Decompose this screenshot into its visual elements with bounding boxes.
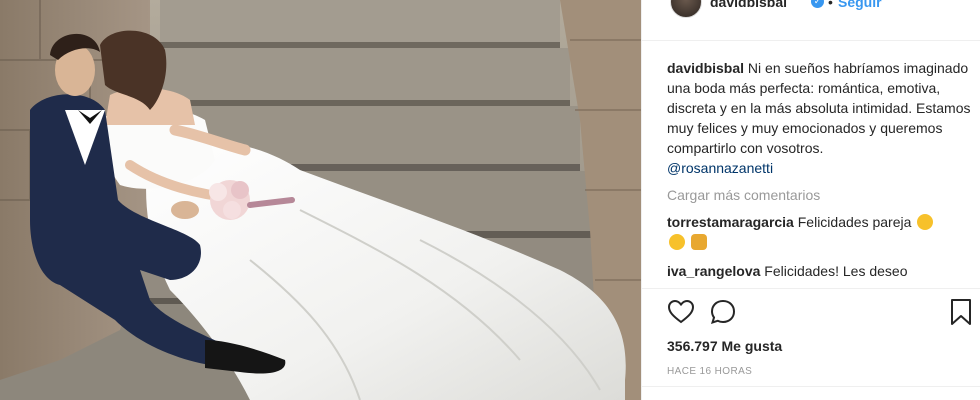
comment-username[interactable]: iva_rangelova [667,263,760,279]
caption-mention[interactable]: @rosannazanetti [667,158,972,178]
comments-list[interactable]: davidbisbal Ni en sueños habríamos imagi… [667,58,972,290]
header-divider [642,40,980,41]
clap-emoji-icon [690,234,707,250]
post-photo[interactable] [0,0,641,400]
comment-bubble-icon[interactable] [709,298,737,326]
caption-username[interactable]: davidbisbal [667,60,744,76]
owner-username[interactable]: davidbisbal [710,0,787,10]
comment-text: Felicidades pareja [797,214,912,230]
follow-button[interactable]: Seguir [838,0,882,10]
post-side-panel: davidbisbal ✓ • Seguir davidbisbal Ni en… [641,0,980,400]
comment-item: torrestamaragarcia Felicidades pareja [667,212,972,252]
post-actions [667,298,977,326]
bookmark-icon[interactable] [947,298,975,326]
kiss-emoji-icon [669,234,685,250]
comment-item: iva_rangelova Felicidades! Les deseo [667,261,972,281]
heart-eyes-emoji-icon [917,214,934,230]
wedding-photo-illustration [0,0,641,400]
owner-avatar[interactable] [670,0,702,18]
header-separator: • [828,0,833,10]
like-count[interactable]: 356.797 Me gusta [667,338,782,354]
post-caption: davidbisbal Ni en sueños habríamos imagi… [667,58,972,178]
actions-divider [642,288,980,289]
comment-username[interactable]: torrestamaragarcia [667,214,794,230]
heart-outline-icon[interactable] [667,298,695,326]
post-timestamp[interactable]: Hace 16 horas [667,366,752,377]
load-more-comments-button[interactable]: Cargar más comentarios [667,187,972,203]
bottom-divider [642,386,980,387]
comment-text: Felicidades! Les deseo [764,263,908,279]
post-header: davidbisbal ✓ • Seguir [642,0,980,41]
verified-badge-icon: ✓ [811,0,824,8]
